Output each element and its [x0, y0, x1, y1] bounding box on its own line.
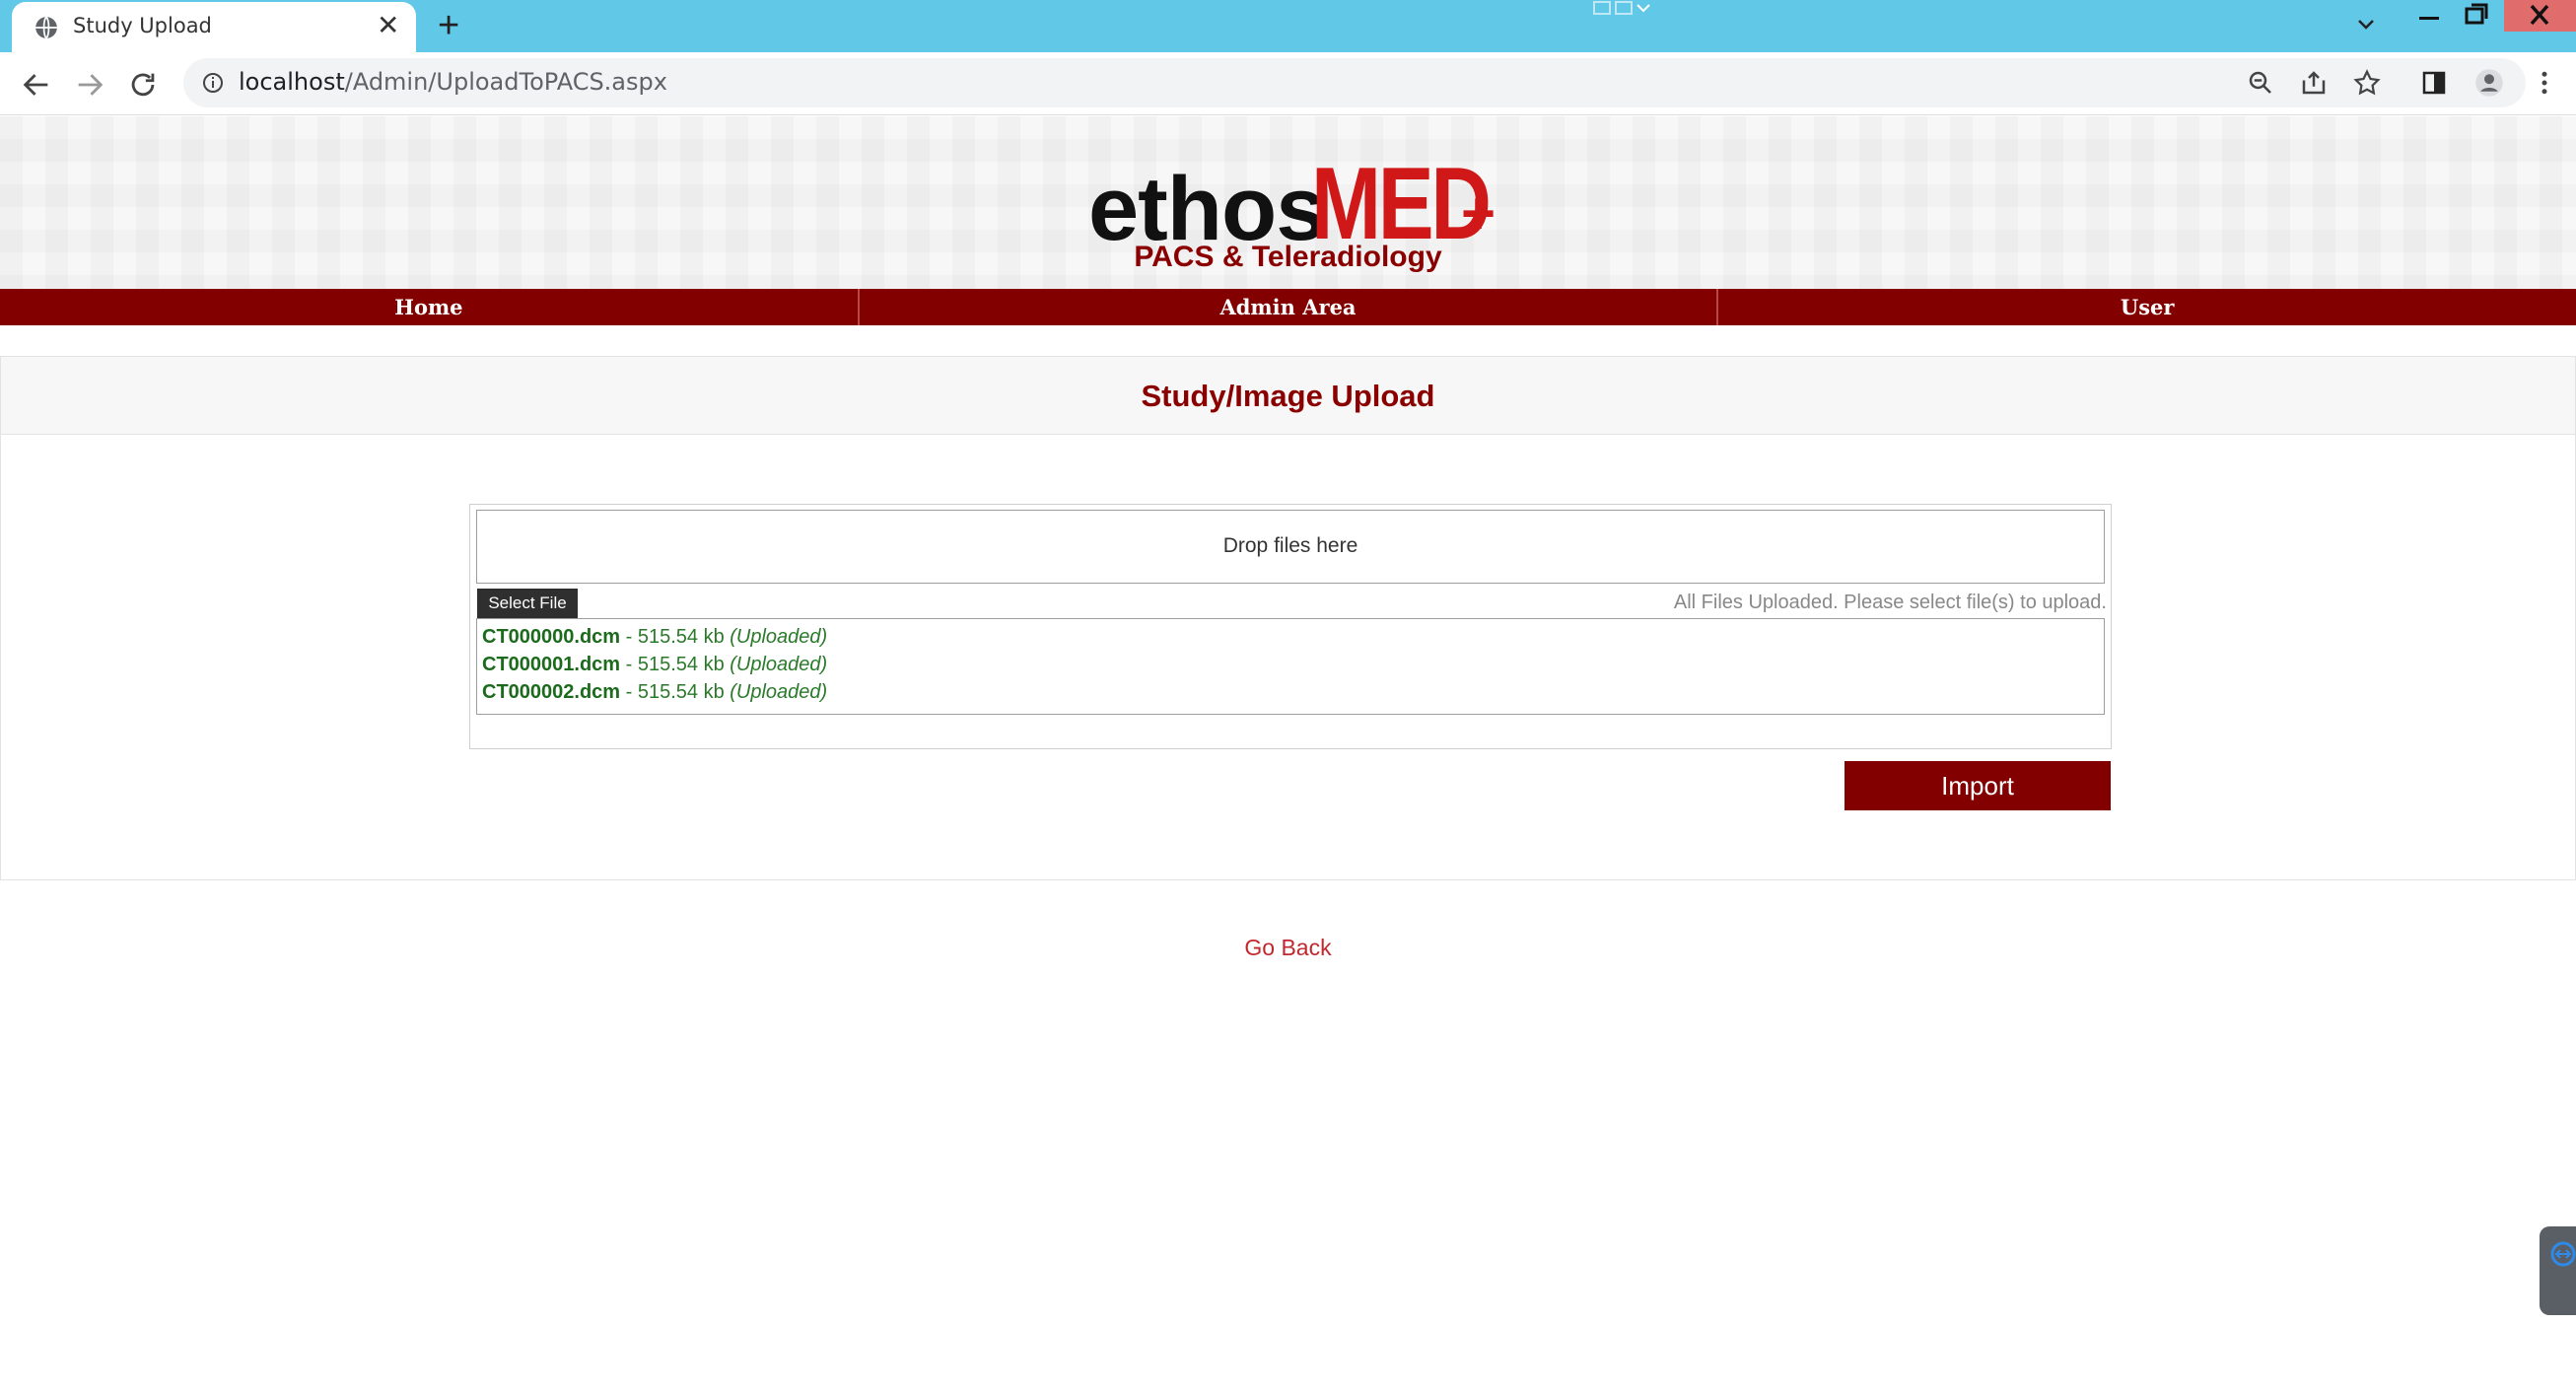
file-size: - 515.54 kb — [620, 681, 731, 703]
restore-icon[interactable] — [2455, 0, 2498, 32]
list-item: CT000000.dcm - 515.54 kb (Uploaded) — [482, 623, 2104, 651]
zoom-icon[interactable] — [2246, 68, 2275, 98]
main-menu: Home Admin Area User — [0, 289, 2576, 325]
panel-header: Study/Image Upload — [1, 357, 2575, 435]
forward-arrow-icon[interactable] — [73, 68, 106, 102]
go-back-label[interactable]: Go Back — [1244, 935, 1331, 960]
site-header: ethos MED + PACS & Teleradiology — [0, 116, 2576, 290]
browser-tab[interactable]: Study Upload ✕ — [12, 2, 416, 52]
file-uploader: Drop files here Select File All Files Up… — [469, 504, 2112, 749]
share-icon[interactable] — [2299, 68, 2329, 98]
upload-status-text: All Files Uploaded. Please select file(s… — [1673, 592, 2107, 613]
menu-item-user[interactable]: User — [1716, 289, 2576, 325]
drop-zone[interactable]: Drop files here — [476, 510, 2105, 584]
menu-item-home[interactable]: Home — [0, 289, 858, 325]
page-title: Study/Image Upload — [1141, 379, 1435, 413]
ethosmed-logo: ethos MED + — [1088, 136, 1502, 261]
chevron-down-icon[interactable] — [2354, 12, 2378, 35]
star-icon[interactable] — [2352, 68, 2382, 98]
file-name: CT000002.dcm — [482, 681, 621, 703]
reload-icon[interactable] — [126, 68, 160, 102]
file-status: (Uploaded) — [730, 681, 828, 703]
address-bar[interactable]: localhost/Admin/UploadToPACS.aspx — [183, 58, 2526, 107]
drop-zone-text: Drop files here — [1222, 534, 1358, 557]
upload-panel: Study/Image Upload Drop files here Selec… — [0, 356, 2576, 880]
globe-icon — [35, 16, 57, 39]
import-button[interactable]: Import — [1845, 761, 2111, 810]
menu-item-admin-area[interactable]: Admin Area — [857, 289, 1717, 325]
profile-icon[interactable] — [2474, 68, 2504, 98]
minimize-icon[interactable] — [2407, 0, 2451, 32]
file-name: CT000001.dcm — [482, 654, 621, 675]
url-text[interactable]: localhost/Admin/UploadToPACS.aspx — [239, 68, 667, 96]
new-tab-button[interactable]: + — [438, 7, 459, 44]
kebab-menu-icon[interactable] — [2530, 68, 2559, 98]
site-tagline: PACS & Teleradiology — [1134, 241, 1442, 273]
url-host: localhost — [239, 68, 345, 96]
url-path: /Admin/UploadToPACS.aspx — [344, 68, 667, 96]
browser-titlebar: Study Upload ✕ + — [0, 0, 2576, 52]
select-file-button[interactable]: Select File — [477, 589, 578, 618]
logo-plus: + — [1461, 180, 1497, 246]
cast-toolbar-icon — [1593, 1, 1650, 15]
file-status: (Uploaded) — [730, 626, 828, 648]
sidepanel-icon[interactable] — [2419, 68, 2449, 98]
window-close-icon[interactable] — [2504, 0, 2576, 32]
remote-support-icon — [2550, 1241, 2576, 1267]
list-item: CT000001.dcm - 515.54 kb (Uploaded) — [482, 651, 2104, 678]
go-back-link: Go Back — [0, 935, 2576, 961]
remote-support-widget[interactable] — [2540, 1226, 2576, 1315]
info-icon[interactable] — [201, 71, 225, 95]
file-list: CT000000.dcm - 515.54 kb (Uploaded) CT00… — [476, 618, 2105, 715]
tab-title: Study Upload — [73, 14, 212, 37]
back-arrow-icon[interactable] — [20, 68, 53, 102]
file-status: (Uploaded) — [730, 654, 828, 675]
file-size: - 515.54 kb — [620, 654, 731, 675]
browser-toolbar: localhost/Admin/UploadToPACS.aspx — [0, 52, 2576, 115]
tab-close-icon[interactable]: ✕ — [377, 11, 399, 40]
file-name: CT000000.dcm — [482, 626, 621, 648]
file-size: - 515.54 kb — [620, 626, 731, 648]
list-item: CT000002.dcm - 515.54 kb (Uploaded) — [482, 678, 2104, 706]
